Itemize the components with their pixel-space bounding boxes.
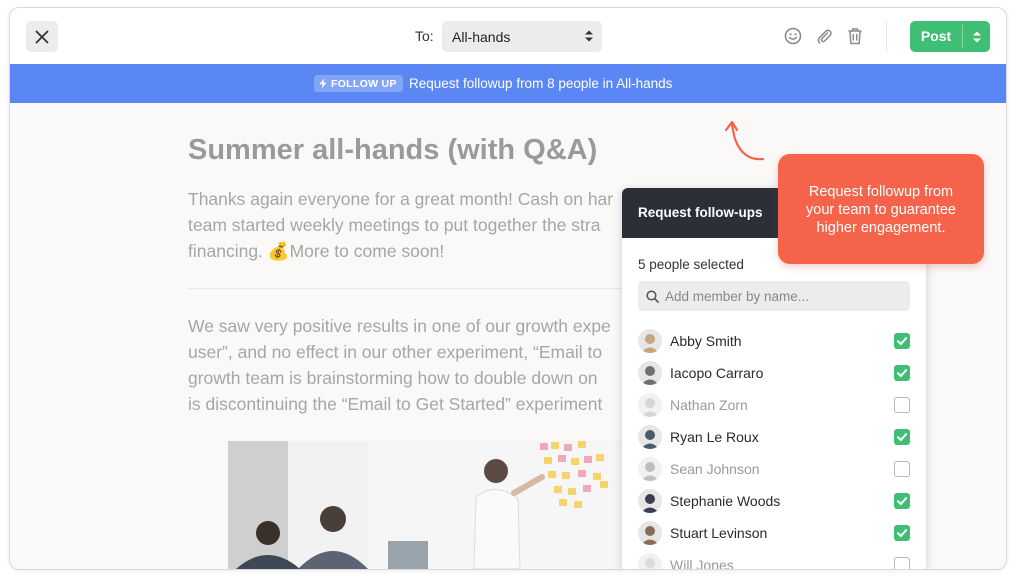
checkmark-icon xyxy=(897,369,907,377)
avatar xyxy=(638,329,662,353)
member-name: Ryan Le Roux xyxy=(670,429,759,445)
avatar xyxy=(638,553,662,569)
search-icon xyxy=(646,290,659,303)
member-row[interactable]: Stuart Levinson xyxy=(638,517,910,549)
followup-banner[interactable]: FOLLOW UP Request followup from 8 people… xyxy=(10,64,1006,103)
member-checkbox[interactable] xyxy=(894,333,910,349)
tooltip-line: Request followup from xyxy=(808,184,954,200)
post-options-button[interactable] xyxy=(963,21,990,52)
member-search-placeholder: Add member by name... xyxy=(665,289,810,304)
member-name: Stuart Levinson xyxy=(670,525,768,541)
audience-select[interactable]: All-hands xyxy=(442,21,602,52)
member-name: Nathan Zorn xyxy=(670,397,748,413)
member-row[interactable]: Iacopo Carraro xyxy=(638,357,910,389)
avatar xyxy=(638,457,662,481)
avatar xyxy=(638,361,662,385)
pointer-arrow xyxy=(724,120,765,161)
member-checkbox[interactable] xyxy=(894,365,910,381)
tooltip-line: higher engagement. xyxy=(816,220,946,236)
member-name: Will Jones xyxy=(670,557,734,569)
member-row[interactable]: Abby Smith xyxy=(638,325,910,357)
delete-button[interactable] xyxy=(844,25,866,47)
tooltip-line: your team to guarantee xyxy=(806,202,956,218)
toolbar-divider xyxy=(886,22,887,52)
post-button[interactable]: Post xyxy=(910,21,990,52)
compose-toolbar: To: All-hands Post xyxy=(10,8,1006,65)
member-checkbox[interactable] xyxy=(894,461,910,477)
checkmark-icon xyxy=(897,497,907,505)
attach-button[interactable] xyxy=(813,25,835,47)
member-checkbox[interactable] xyxy=(894,397,910,413)
checkmark-icon xyxy=(897,529,907,537)
member-row[interactable]: Stephanie Woods xyxy=(638,485,910,517)
select-arrows-icon xyxy=(585,30,593,42)
compose-window: To: All-hands Post FOLLOW UP Request fol… xyxy=(9,7,1007,570)
attachment-icon xyxy=(817,29,832,44)
avatar xyxy=(638,393,662,417)
member-row[interactable]: Sean Johnson xyxy=(638,453,910,485)
member-name: Iacopo Carraro xyxy=(670,365,764,381)
member-checkbox[interactable] xyxy=(894,557,910,569)
checkmark-icon xyxy=(897,337,907,345)
post-button-label: Post xyxy=(920,28,952,44)
member-row[interactable]: Nathan Zorn xyxy=(638,389,910,421)
avatar xyxy=(638,521,662,545)
followup-banner-text: Request followup from 8 people in All-ha… xyxy=(409,76,673,91)
avatar xyxy=(638,425,662,449)
emoji-button[interactable] xyxy=(782,25,804,47)
member-checkbox[interactable] xyxy=(894,493,910,509)
post-options-icon xyxy=(972,31,981,42)
member-name: Stephanie Woods xyxy=(670,493,781,509)
avatar xyxy=(638,489,662,513)
selected-count: 5 people selected xyxy=(638,257,744,272)
close-icon xyxy=(35,30,49,43)
followup-tooltip: Request followup from your team to guara… xyxy=(778,154,984,264)
member-name: Abby Smith xyxy=(670,333,742,349)
followup-pill: FOLLOW UP xyxy=(314,75,403,92)
member-checkbox[interactable] xyxy=(894,429,910,445)
document-title[interactable]: Summer all-hands (with Q&A) xyxy=(188,134,597,167)
member-name: Sean Johnson xyxy=(670,461,760,477)
member-row[interactable]: Will Jones xyxy=(638,549,910,569)
emoji-icon xyxy=(784,27,802,45)
section-divider xyxy=(188,288,633,289)
trash-icon xyxy=(848,28,862,45)
close-button[interactable] xyxy=(26,21,58,52)
member-checkbox[interactable] xyxy=(894,525,910,541)
lightning-icon xyxy=(319,78,327,89)
audience-select-value: All-hands xyxy=(452,29,511,45)
meeting-photo xyxy=(228,441,628,569)
member-row[interactable]: Ryan Le Roux xyxy=(638,421,910,453)
member-search-input[interactable]: Add member by name... xyxy=(638,281,910,311)
checkmark-icon xyxy=(897,433,907,441)
followup-pill-label: FOLLOW UP xyxy=(331,77,397,90)
to-label: To: xyxy=(415,28,434,44)
